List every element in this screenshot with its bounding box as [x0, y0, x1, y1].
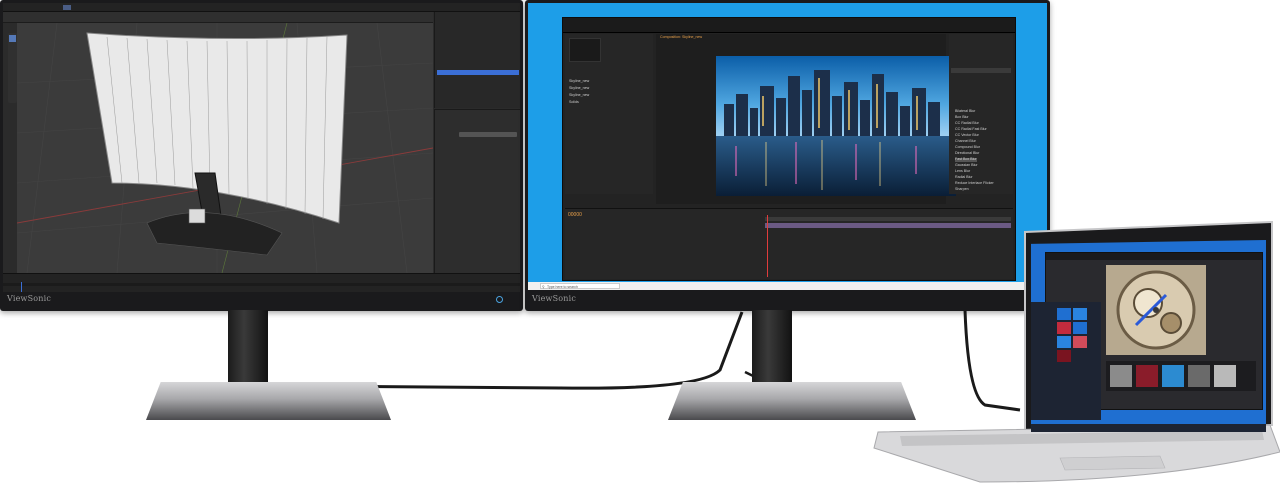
properties-panel[interactable] [434, 109, 520, 275]
left-brand-logo: ViewSonic [7, 294, 52, 303]
effect-item-5[interactable]: CC Vector Blur [955, 133, 979, 138]
effects-presets-panel[interactable]: Bilateral Blur Box Blur CC Radial Blur C… [949, 34, 1013, 194]
thumb-4[interactable] [1188, 365, 1210, 387]
effect-item-10[interactable]: Gaussian Blur [955, 163, 978, 168]
watch-mechanism-image [1106, 265, 1206, 355]
laptop-screen [1031, 240, 1266, 432]
properties-button[interactable] [459, 132, 517, 137]
start-tile-3[interactable] [1057, 322, 1071, 334]
current-time-indicator[interactable] [767, 215, 768, 277]
3d-viewport[interactable] [17, 23, 433, 273]
composition-tab[interactable]: Composition: Skyline_new [660, 35, 702, 40]
start-tile-2[interactable] [1073, 308, 1087, 320]
left-stand-base [146, 382, 391, 420]
project-item-3[interactable]: Skyline_new [569, 93, 589, 98]
effect-item-3[interactable]: CC Radial Blur [955, 121, 979, 126]
effect-item-12[interactable]: Radial Blur [955, 175, 973, 180]
viewport-header[interactable] [3, 12, 433, 23]
filmstrip[interactable] [1106, 361, 1256, 391]
effect-item-9-selected[interactable]: Fast Box Blur [955, 157, 977, 162]
playhead[interactable] [21, 282, 22, 292]
effect-item-2[interactable]: Box Blur [955, 115, 969, 120]
effect-item-1[interactable]: Bilateral Blur [955, 109, 975, 114]
right-brand-logo: ViewSonic [532, 294, 577, 303]
project-thumbnail [569, 38, 601, 62]
project-item-1[interactable]: Skyline_new [569, 79, 589, 84]
outliner-panel[interactable] [434, 12, 520, 108]
effect-item-11[interactable]: Lens Blur [955, 169, 970, 174]
project-panel[interactable]: Skyline_new Skyline_new Skyline_new Soli… [565, 34, 653, 194]
effect-item-7[interactable]: Compound Blur [955, 145, 980, 150]
thumb-3[interactable] [1162, 365, 1184, 387]
timecode: 00000 [568, 212, 582, 218]
select-tool-icon[interactable] [9, 35, 16, 42]
effect-item-13[interactable]: Reduce Interlace Flicker [955, 181, 994, 186]
start-tile-5[interactable] [1057, 336, 1071, 348]
thumb-2[interactable] [1136, 365, 1158, 387]
start-tile-1[interactable] [1057, 308, 1071, 320]
start-tile-4[interactable] [1073, 322, 1087, 334]
laptop-taskbar[interactable] [1031, 424, 1266, 432]
right-stand-neck [752, 310, 792, 392]
left-screen [3, 3, 520, 292]
start-menu[interactable] [1031, 302, 1101, 420]
active-workspace-tab[interactable] [63, 4, 71, 10]
effect-item-8[interactable]: Directional Blur [955, 151, 979, 156]
search-box[interactable]: ⚲ Type here to search [540, 283, 620, 289]
tool-shelf[interactable] [8, 33, 17, 103]
start-tile-6[interactable] [1073, 336, 1087, 348]
outliner-selected-row[interactable] [437, 70, 519, 75]
city-skyline-image [716, 56, 956, 196]
composition-panel[interactable]: Composition: Skyline_new [656, 34, 956, 204]
project-item-2[interactable]: Skyline_new [569, 86, 589, 91]
left-stand-neck [228, 310, 268, 392]
search-icon: ⚲ [542, 284, 545, 289]
thumb-1[interactable] [1110, 365, 1132, 387]
windows-logo-icon[interactable] [531, 283, 537, 289]
photo-app-titlebar[interactable] [1046, 253, 1262, 260]
effect-item-6[interactable]: Channel Blur [955, 139, 976, 144]
effects-search[interactable] [951, 68, 1011, 73]
blender-menubar[interactable] [3, 3, 520, 12]
start-tile-7[interactable] [1057, 350, 1071, 362]
ae-toolbar[interactable] [563, 18, 1015, 33]
power-icon[interactable] [496, 296, 503, 303]
selected-cube [188, 208, 206, 224]
search-placeholder: Type here to search [547, 285, 578, 289]
left-monitor: ViewSonic [0, 0, 523, 311]
project-item-4[interactable]: Solids [569, 100, 579, 105]
thumb-5[interactable] [1214, 365, 1236, 387]
effect-item-14[interactable]: Sharpen [955, 187, 969, 192]
cable-left [253, 311, 744, 391]
effect-item-4[interactable]: CC Radial Fast Blur [955, 127, 987, 132]
timeline[interactable] [3, 273, 520, 292]
